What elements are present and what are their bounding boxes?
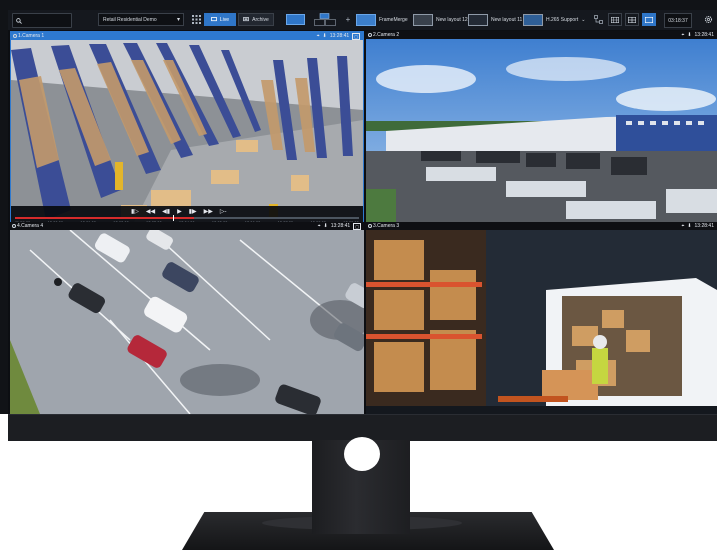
layout-tab-h265-support[interactable]: H.265 Support ⌄ xyxy=(523,13,585,26)
device-tree-icon xyxy=(593,15,603,24)
add-layout-button[interactable]: + xyxy=(342,13,354,26)
camera-4-header: 4.Camera 4 ⌖ ⬇ 13:28:41 ▢ xyxy=(10,222,364,230)
camera-title: 2.Camera 2 xyxy=(373,32,400,38)
camera-status-icon xyxy=(368,33,372,37)
live-mode-label: Live xyxy=(219,16,230,23)
signal-icon[interactable]: ⌖ xyxy=(682,223,685,229)
archive-mode-label: Archive xyxy=(252,16,269,23)
timeline-track[interactable] xyxy=(15,215,359,221)
site-name: Retail Residential Demo xyxy=(103,16,157,23)
camera-time: 13:28:41 xyxy=(694,32,714,38)
skip-start-icon[interactable]: ▮▷ xyxy=(131,208,139,215)
layout-tab-new-layout-11[interactable]: New layout 11 xyxy=(468,13,522,26)
camera-tile-2[interactable]: 2.Camera 2 ⌖ ⬇ 13:28:41 xyxy=(366,31,717,227)
fast-forward-icon[interactable]: ▶▶ xyxy=(204,208,213,215)
camera-4-header-tools: ⌖ ⬇ 13:28:41 ▢ xyxy=(318,222,361,230)
archive-icon xyxy=(243,17,250,22)
clock-time: 03:18:37 xyxy=(668,17,688,24)
camera-status-icon xyxy=(12,224,16,228)
layout-thumbnail-icon xyxy=(468,13,488,26)
camera-tree-button[interactable] xyxy=(592,13,604,26)
signal-icon[interactable]: ⌖ xyxy=(318,223,321,229)
camera-time: 13:28:41 xyxy=(694,223,714,229)
layout-label: H.265 Support xyxy=(546,16,579,23)
search-icon xyxy=(16,17,22,24)
layout-grid-icon xyxy=(356,13,376,26)
camera-tile-4[interactable]: 4.Camera 4 ⌖ ⬇ 13:28:41 ▢ xyxy=(10,222,364,414)
plus-icon: + xyxy=(345,15,351,24)
chevron-down-icon: ▾ xyxy=(176,17,180,23)
layout-label: New layout 11 xyxy=(491,16,523,23)
camera-1-video[interactable] xyxy=(11,40,363,226)
layout-thumbnail-icon xyxy=(523,13,543,26)
record-indicator-icon: ▢ xyxy=(353,222,361,230)
camera-status-icon xyxy=(368,224,372,228)
grid-3x3-icon xyxy=(611,16,619,23)
search-input[interactable] xyxy=(12,13,72,28)
expand-icon[interactable]: ▢ xyxy=(352,32,360,40)
layout-tab-new-layout-12[interactable]: New layout 12 xyxy=(413,13,468,26)
download-icon[interactable]: ⬇ xyxy=(324,223,328,229)
layout-label: FrameMerge xyxy=(379,16,408,23)
layout-label: New layout 12 xyxy=(436,16,468,23)
camera-status-icon xyxy=(13,34,17,38)
monitor-icon xyxy=(211,17,217,22)
layout-single-icon xyxy=(285,14,305,25)
layout-tab-framemerge[interactable]: FrameMerge xyxy=(356,13,408,26)
layout-single-button[interactable] xyxy=(284,13,306,26)
layout-split-button[interactable] xyxy=(312,13,338,26)
monitor-stand-cable-hole xyxy=(344,437,380,471)
layout-thumbnail-icon xyxy=(413,13,433,26)
camera-title: 1.Camera 1 xyxy=(18,33,45,39)
gear-icon xyxy=(704,15,712,24)
step-back-icon[interactable]: ◀▮ xyxy=(162,208,170,215)
camera-1-header: 1.Camera 1 ⌖ ⬇ 13:28:41 ▢ xyxy=(11,32,363,40)
single-view-icon xyxy=(645,16,653,23)
grid-2x2-icon xyxy=(628,16,636,23)
camera-title: 4.Camera 4 xyxy=(17,223,44,229)
camera-4-video-frame xyxy=(10,230,364,414)
single-view-button[interactable] xyxy=(642,13,656,26)
step-forward-icon[interactable]: ▮▶ xyxy=(189,208,197,215)
volume-icon[interactable]: ▷‐ xyxy=(220,208,227,215)
top-toolbar: Retail Residential Demo ▾ Live Archive +… xyxy=(8,10,717,30)
camera-3-header-tools: ⌖ ⬇ 13:28:41 xyxy=(682,222,715,230)
download-icon[interactable]: ⬇ xyxy=(687,32,691,38)
camera-tile-3[interactable]: 3.Camera 3 ⌖ ⬇ 13:28:41 xyxy=(366,222,717,414)
archive-mode-button[interactable]: Archive xyxy=(238,13,274,26)
camera-time: 13:28:41 xyxy=(329,33,350,39)
camera-tile-1[interactable]: 1.Camera 1 ⌖ ⬇ 13:28:41 ▢ ▮▷ ◀◀ ◀▮ ▶ ▮▶ … xyxy=(10,31,364,227)
download-icon[interactable]: ⬇ xyxy=(687,223,691,229)
site-selector[interactable]: Retail Residential Demo ▾ xyxy=(98,13,184,26)
signal-icon[interactable]: ⌖ xyxy=(682,32,685,38)
play-icon[interactable]: ▶ xyxy=(177,208,182,215)
signal-icon[interactable]: ⌖ xyxy=(317,33,320,39)
settings-button[interactable] xyxy=(702,13,714,26)
rewind-icon[interactable]: ◀◀ xyxy=(146,208,155,215)
live-mode-button[interactable]: Live xyxy=(204,13,236,26)
camera-2-header-tools: ⌖ ⬇ 13:28:41 xyxy=(682,31,715,39)
camera-1-header-tools: ⌖ ⬇ 13:28:41 ▢ xyxy=(317,32,360,40)
clock: 03:18:37 xyxy=(664,13,692,28)
camera-2-video[interactable] xyxy=(366,39,717,227)
camera-time: 13:28:41 xyxy=(330,223,351,229)
chevron-down-icon: ⌄ xyxy=(581,16,586,23)
camera-3-video[interactable] xyxy=(366,230,717,414)
timeline-unrecorded xyxy=(193,217,359,219)
grid-3x3-button[interactable] xyxy=(608,13,622,26)
camera-title: 3.Camera 3 xyxy=(373,223,400,229)
layout-split-icon xyxy=(314,13,336,26)
camera-3-header: 3.Camera 3 ⌖ ⬇ 13:28:41 xyxy=(366,222,717,230)
camera-3-video-frame xyxy=(366,230,717,414)
download-icon[interactable]: ⬇ xyxy=(323,33,327,39)
grid-view-button[interactable] xyxy=(190,13,202,26)
grid-2x2-button[interactable] xyxy=(625,13,639,26)
camera-2-header: 2.Camera 2 ⌖ ⬇ 13:28:41 xyxy=(366,31,717,39)
camera-1-video-frame xyxy=(11,40,363,226)
camera-4-video[interactable] xyxy=(10,230,364,414)
camera-2-video-frame xyxy=(366,39,717,227)
playback-controls: ▮▷ ◀◀ ◀▮ ▶ ▮▶ ▶▶ ▷‐ xyxy=(131,207,226,215)
grid-icon xyxy=(191,15,201,24)
vms-screen: Retail Residential Demo ▾ Live Archive +… xyxy=(8,10,717,414)
